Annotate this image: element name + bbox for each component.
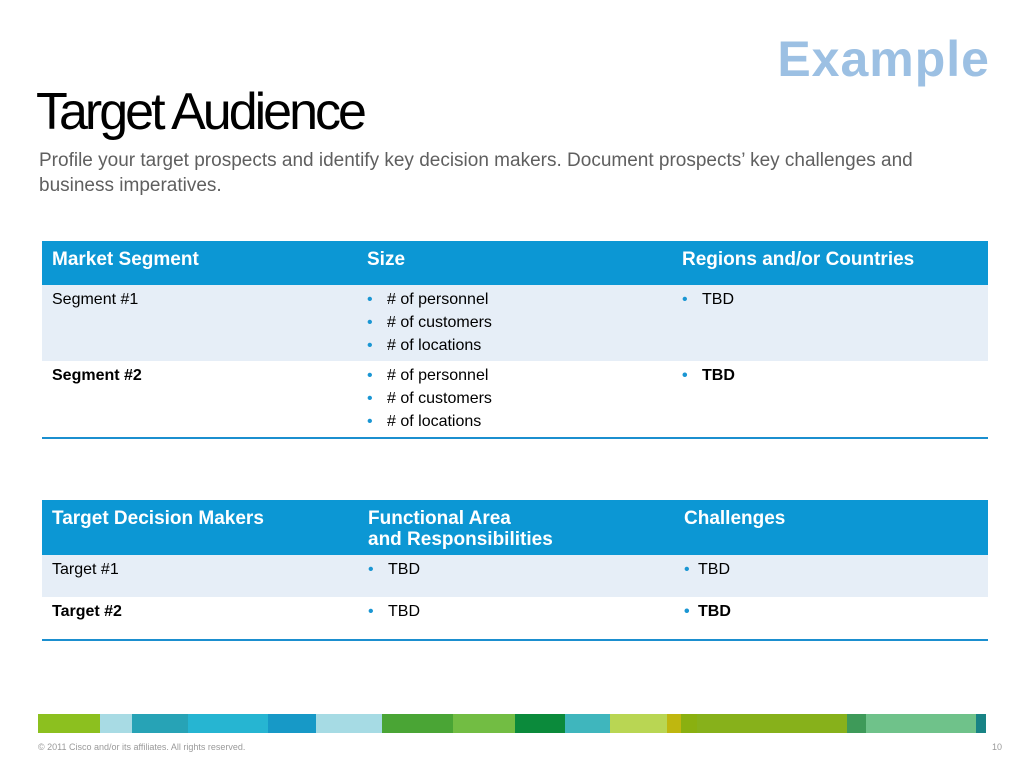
list-item: TBD	[368, 558, 664, 581]
challenges-cell: TBD	[674, 597, 988, 641]
table-header-row: Target Decision Makers Functional Area a…	[42, 500, 988, 555]
header-challenges: Challenges	[674, 500, 988, 555]
copyright-text: © 2011 Cisco and/or its affiliates. All …	[38, 742, 246, 752]
color-bar-segment	[975, 714, 987, 733]
table-row: Target #1 TBD TBD	[42, 555, 988, 597]
color-bar-segment	[515, 714, 566, 733]
target-cell: Target #1	[42, 555, 358, 597]
list-item: # of customers	[367, 311, 662, 334]
decision-makers-table: Target Decision Makers Functional Area a…	[42, 500, 988, 641]
regions-cell: TBD	[672, 361, 988, 439]
example-label: Example	[777, 31, 990, 87]
area-cell: TBD	[358, 555, 674, 597]
list-item: # of personnel	[367, 364, 662, 387]
list-item: # of locations	[367, 410, 662, 433]
segment-cell: Segment #2	[42, 361, 357, 439]
list-item: TBD	[682, 364, 978, 387]
table-row: Target #2 TBD TBD	[42, 597, 988, 641]
regions-cell: TBD	[672, 285, 988, 361]
list-item: TBD	[682, 288, 978, 311]
color-bar-segment	[610, 714, 667, 733]
header-functional-area-line2: and Responsibilities	[368, 529, 553, 550]
color-bar-segment	[38, 714, 101, 733]
color-bar-segment	[452, 714, 516, 733]
size-cell: # of personnel # of customers # of locat…	[357, 361, 672, 439]
list-item: TBD	[684, 600, 978, 623]
segment-cell: Segment #1	[42, 285, 357, 361]
target-cell: Target #2	[42, 597, 358, 641]
header-regions: Regions and/or Countries	[672, 241, 988, 285]
footer-color-bar	[38, 714, 987, 733]
list-item: TBD	[684, 558, 978, 581]
header-functional-area: Functional Area and Responsibilities	[358, 500, 674, 555]
size-cell: # of personnel # of customers # of locat…	[357, 285, 672, 361]
page-title: Target Audience	[36, 83, 367, 141]
color-bar-segment	[187, 714, 268, 733]
table-row: Segment #1 # of personnel # of customers…	[42, 285, 988, 361]
table-header-row: Market Segment Size Regions and/or Count…	[42, 241, 988, 285]
color-bar-segment	[847, 714, 866, 733]
list-item: # of locations	[367, 334, 662, 357]
header-functional-area-line1: Functional Area	[368, 508, 511, 529]
color-bar-segment	[666, 714, 681, 733]
color-bar-segment	[132, 714, 188, 733]
subtitle: Profile your target prospects and identi…	[39, 150, 913, 196]
color-bar-segment	[382, 714, 453, 733]
header-target-decision-makers: Target Decision Makers	[42, 500, 358, 555]
challenges-cell: TBD	[674, 555, 988, 597]
color-bar-segment	[267, 714, 317, 733]
color-bar-segment	[565, 714, 611, 733]
color-bar-segment	[100, 714, 133, 733]
color-bar-segment	[680, 714, 697, 733]
header-size: Size	[357, 241, 672, 285]
table-row: Segment #2 # of personnel # of customers…	[42, 361, 988, 439]
market-segment-table: Market Segment Size Regions and/or Count…	[42, 241, 988, 439]
color-bar-segment	[696, 714, 848, 733]
list-item: # of customers	[367, 387, 662, 410]
list-item: TBD	[368, 600, 664, 623]
color-bar-segment	[865, 714, 976, 733]
page-number: 10	[991, 742, 1002, 752]
header-market-segment: Market Segment	[42, 241, 357, 285]
area-cell: TBD	[358, 597, 674, 641]
list-item: # of personnel	[367, 288, 662, 311]
color-bar-segment	[316, 714, 383, 733]
